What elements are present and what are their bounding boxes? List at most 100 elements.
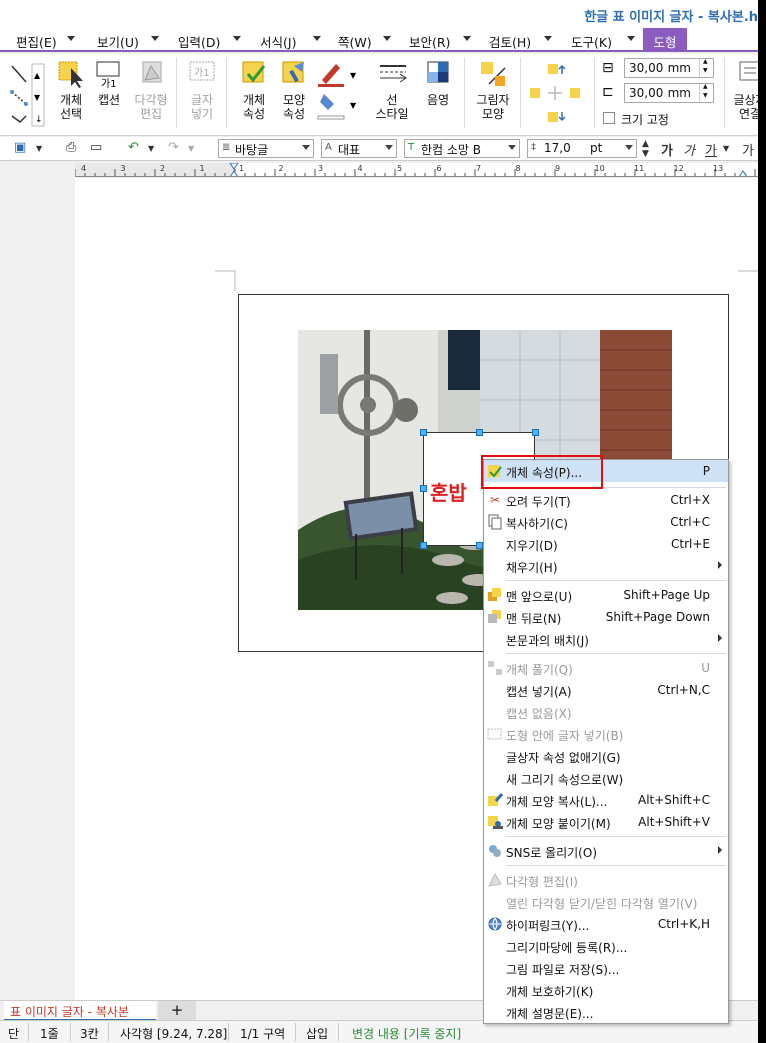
shape-text-icon xyxy=(487,726,503,742)
chevron-down-icon[interactable] xyxy=(544,36,552,41)
save-icon[interactable]: ▣ xyxy=(14,140,26,155)
insert-text-button[interactable]: 가1 글자 넣기 xyxy=(184,58,220,121)
resize-handle[interactable] xyxy=(420,429,427,436)
resize-handle[interactable] xyxy=(532,429,539,436)
chevron-down-icon[interactable] xyxy=(508,145,516,150)
shadow-button[interactable]: 음영 xyxy=(420,58,456,107)
italic-button[interactable]: 가 xyxy=(683,140,695,159)
underline-button[interactable]: 가 xyxy=(705,140,717,159)
menu-item-sns[interactable]: SNS로 올리기(O) xyxy=(484,840,728,862)
chevron-down-icon[interactable] xyxy=(313,36,321,41)
chevron-down-icon[interactable] xyxy=(383,36,391,41)
menu-item-cut[interactable]: ✂ 오려 두기(T) Ctrl+X xyxy=(484,489,728,511)
line-tool-icon[interactable]: ▲ ▼ ↓ xyxy=(6,60,46,130)
chevron-down-icon[interactable] xyxy=(151,36,159,41)
picture-shape-button[interactable]: 그림자 모양 xyxy=(472,58,514,121)
menu-item-insert-caption[interactable]: 캡션 넣기(A) Ctrl+N,C xyxy=(484,679,728,701)
menu-view[interactable]: 보기(U) xyxy=(97,32,139,51)
chevron-down-icon[interactable]: ▼ xyxy=(148,144,154,153)
align-icon[interactable] xyxy=(528,60,584,130)
align-tools[interactable] xyxy=(528,60,584,130)
object-select-button[interactable]: 개체 선택 xyxy=(54,58,88,121)
horizontal-ruler[interactable]: 4 3 2 1 1 2 3 4 5 6 7 8 9 10 11 12 13 xyxy=(75,163,758,177)
shape-text[interactable]: 혼밥 xyxy=(430,477,467,506)
chevron-down-icon[interactable]: ▼ xyxy=(723,144,729,153)
width-input[interactable]: 30,00 mm xyxy=(624,58,714,78)
menu-item-remove-textbox[interactable]: 글상자 속성 없애기(G) xyxy=(484,745,728,767)
object-props-button[interactable]: 개체 속성 xyxy=(236,58,272,121)
preview-icon[interactable]: ▭ xyxy=(90,140,102,155)
resize-handle[interactable] xyxy=(420,542,427,549)
textbox-link-button[interactable]: 글상자 연결 xyxy=(730,58,758,121)
chevron-down-icon[interactable] xyxy=(233,36,241,41)
fixed-size-checkbox[interactable] xyxy=(603,112,615,124)
add-tab-button[interactable]: + xyxy=(158,1001,196,1021)
undo-icon[interactable]: ↶ xyxy=(128,140,139,155)
chevron-down-icon[interactable]: ▼ xyxy=(36,144,42,153)
menu-item-protect-object[interactable]: 개체 보호하기(K) xyxy=(484,979,728,1001)
height-input[interactable]: 30,00 mm xyxy=(624,83,714,103)
menu-item-object-description[interactable]: 개체 설명문(E)... xyxy=(484,1001,728,1023)
svg-text:▼: ▼ xyxy=(350,101,357,110)
menu-item-hyperlink[interactable]: 하이퍼링크(Y)... Ctrl+K,H xyxy=(484,913,728,935)
menu-item-register-gallery[interactable]: 그리기마당에 등록(R)... xyxy=(484,935,728,957)
print-icon[interactable]: ⎙ xyxy=(66,140,76,155)
chevron-down-icon[interactable] xyxy=(625,145,633,150)
shape-props-button[interactable]: 모양 속성 xyxy=(276,58,312,121)
menu-item-no-caption[interactable]: 캡션 없음(X) xyxy=(484,701,728,723)
menu-item-fill[interactable]: 채우기(H) xyxy=(484,555,728,577)
font-size-input[interactable]: ‡ 17,0 pt xyxy=(527,139,637,158)
menu-item-bring-front[interactable]: 맨 앞으로(U) Shift+Page Up xyxy=(484,584,728,606)
status-track-changes[interactable]: 변경 내용 [기록 중지] xyxy=(352,1025,461,1042)
height-icon: ⊏ xyxy=(602,84,614,100)
tab-shape[interactable]: 도형 xyxy=(643,28,687,52)
bold-button[interactable]: 가 xyxy=(661,140,673,159)
strikethrough-icon[interactable]: 가 xyxy=(742,140,754,159)
menu-format[interactable]: 서식(J) xyxy=(260,32,296,51)
menu-item-delete[interactable]: 지우기(D) Ctrl+E xyxy=(484,533,728,555)
polygon-icon xyxy=(142,61,162,83)
menu-review[interactable]: 검토(H) xyxy=(489,32,531,51)
style-select[interactable]: ≣ 바탕글 xyxy=(218,139,314,158)
menu-item-new-drawing-props[interactable]: 새 그리기 속성으로(W) xyxy=(484,767,728,789)
line-style-button[interactable]: 선 스타일 xyxy=(372,58,412,121)
menu-security[interactable]: 보안(R) xyxy=(409,32,450,51)
menu-item-send-back[interactable]: 맨 뒤로(N) Shift+Page Down xyxy=(484,606,728,628)
chevron-down-icon[interactable] xyxy=(67,36,75,41)
document-tab[interactable]: 표 이미지 글자 - 복사본 xyxy=(4,1001,156,1021)
chevron-down-icon[interactable] xyxy=(385,145,393,150)
menu-item-save-as-image[interactable]: 그림 파일로 저장(S)... xyxy=(484,957,728,979)
chevron-down-icon[interactable] xyxy=(302,145,310,150)
resize-handle[interactable] xyxy=(476,542,483,549)
line-color-button[interactable]: ▼ ▼ xyxy=(316,58,358,125)
ruler-ticks: 4 3 2 1 1 2 3 4 5 6 7 8 9 10 11 12 13 xyxy=(75,163,756,176)
width-stepper[interactable] xyxy=(699,58,713,77)
chevron-down-icon[interactable]: ▼ xyxy=(188,144,194,153)
font-size-stepper[interactable]: ▲ ▼ xyxy=(642,139,649,159)
menu-item-toggle-polygon[interactable]: 열린 다각형 닫기/닫힌 다각형 열기(V) xyxy=(484,891,728,913)
resize-handle[interactable] xyxy=(476,429,483,436)
menu-tools[interactable]: 도구(K) xyxy=(571,32,612,51)
resize-handle[interactable] xyxy=(420,485,427,492)
chevron-down-icon[interactable] xyxy=(463,36,471,41)
menu-item-polygon-edit[interactable]: 다각형 편집(I) xyxy=(484,869,728,891)
menu-item-copy-format[interactable]: 개체 모양 복사(L)... Alt+Shift+C xyxy=(484,789,728,811)
menu-page[interactable]: 쪽(W) xyxy=(338,32,372,51)
chevron-down-icon[interactable] xyxy=(627,36,635,41)
menu-edit[interactable]: 편집(E) xyxy=(16,32,57,51)
polygon-edit-button[interactable]: 다각형 편집 xyxy=(131,58,171,121)
font-select[interactable]: T 한컴 소망 B xyxy=(404,139,520,158)
menu-item-copy[interactable]: 복사하기(C) Ctrl+C xyxy=(484,511,728,533)
menu-item-paste-format[interactable]: 개체 모양 붙이기(M) Alt+Shift+V xyxy=(484,811,728,833)
language-select[interactable]: A 대표 xyxy=(321,139,397,158)
status-mode[interactable]: 삽입 xyxy=(306,1025,328,1042)
menu-item-text-in-shape[interactable]: 도형 안에 글자 넣기(B) xyxy=(484,723,728,745)
menu-item-ungroup[interactable]: 개체 풀기(Q) U xyxy=(484,657,728,679)
redo-icon[interactable]: ↷ xyxy=(168,140,179,155)
paste-format-icon xyxy=(487,814,503,830)
caption-button[interactable]: 가1 캡션 xyxy=(92,58,126,107)
menu-insert[interactable]: 입력(D) xyxy=(178,32,220,51)
menu-item-text-wrap[interactable]: 본문과의 배치(J) xyxy=(484,628,728,650)
line-tools[interactable]: ▲ ▼ ↓ xyxy=(6,60,46,130)
height-stepper[interactable] xyxy=(699,83,713,102)
